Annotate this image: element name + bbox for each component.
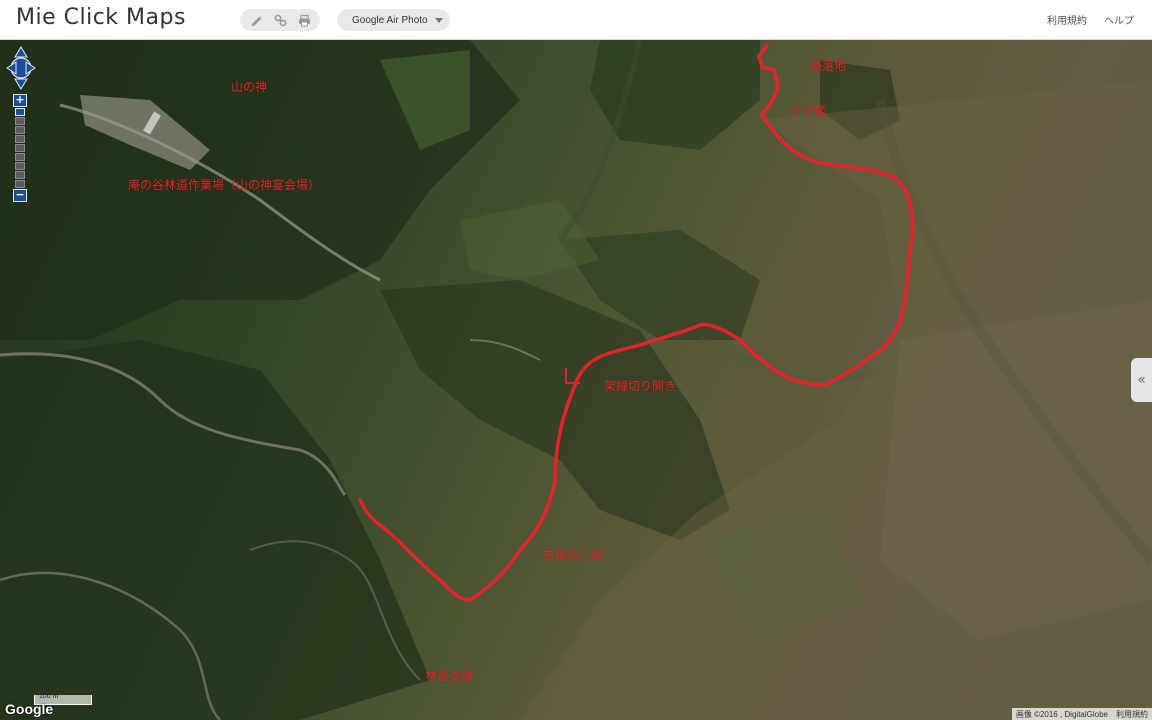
label-forest-road: 林道支線	[425, 669, 474, 683]
double-chevron-left-icon: «	[1137, 372, 1146, 388]
map-terms-link[interactable]: 利用規約	[1116, 709, 1148, 720]
zoom-level-step[interactable]	[15, 117, 25, 125]
zoom-level-thumb[interactable]	[15, 108, 25, 116]
label-yama-no-kami: 山の神	[231, 80, 268, 94]
label-cable-clearing: 架線切り開き	[604, 379, 677, 393]
layer-select[interactable]: Google Air Photo	[337, 9, 450, 31]
scale-label: 100 m	[39, 693, 59, 700]
tool-group	[240, 9, 320, 31]
terms-link[interactable]: 利用規約	[1047, 12, 1087, 27]
app-title[interactable]: Mie Click Maps	[16, 5, 186, 30]
top-bar: Mie Click Maps Google Air Photo 利用規約 ヘルプ	[0, 0, 1152, 40]
pan-up-icon[interactable]	[14, 46, 28, 58]
zoom-in-button[interactable]: +	[13, 94, 27, 107]
zoom-control: + −	[13, 94, 27, 220]
label-fork: 右俣の二俣	[543, 548, 604, 562]
zoom-level-step[interactable]	[15, 126, 25, 134]
side-panel-toggle[interactable]: «	[1131, 358, 1152, 402]
imagery-credit: 画像 ©2016 , DigitalGlobe	[1015, 709, 1108, 719]
zoom-level-step[interactable]	[15, 180, 25, 188]
help-link[interactable]: ヘルプ	[1104, 12, 1134, 27]
link-icon[interactable]	[270, 10, 290, 30]
pencil-icon[interactable]	[246, 10, 266, 30]
print-icon[interactable]	[294, 10, 314, 30]
zoom-level-step[interactable]	[15, 153, 25, 161]
layer-select-value: Google Air Photo	[352, 14, 428, 26]
zoom-level-step[interactable]	[15, 144, 25, 152]
pan-down-icon[interactable]	[14, 78, 28, 90]
label-workplace: 庵の谷林道作業場（山の神宴会場）	[128, 178, 321, 192]
zoom-level-step[interactable]	[15, 135, 25, 143]
satellite-imagery	[0, 40, 1152, 720]
pan-control	[6, 46, 36, 90]
zoom-level-step[interactable]	[15, 171, 25, 179]
zoom-out-button[interactable]: −	[13, 189, 27, 202]
zoom-level-step[interactable]	[15, 162, 25, 170]
chevron-down-icon	[435, 18, 443, 23]
label-bear-trap: クマ檻	[790, 104, 827, 118]
google-logo: Google	[5, 701, 54, 717]
map-attribution: 画像 ©2016 , DigitalGlobe 利用規約	[1011, 708, 1152, 720]
map-view[interactable]: 山の神 庵の谷林道作業場（山の神宴会場） 崩落地 クマ檻 架線切り開き 右俣の二…	[0, 40, 1152, 720]
label-collapse: 崩落地	[810, 59, 847, 73]
